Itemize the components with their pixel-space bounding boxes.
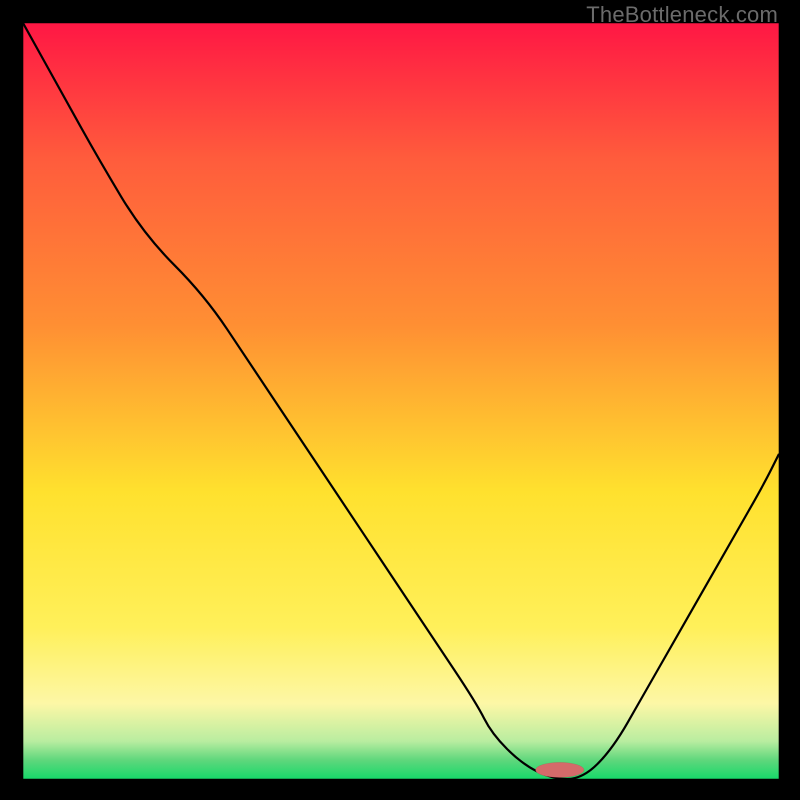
bottleneck-chart bbox=[23, 23, 779, 779]
chart-frame bbox=[23, 23, 779, 779]
gradient-background bbox=[23, 23, 779, 779]
optimal-marker bbox=[536, 762, 584, 777]
